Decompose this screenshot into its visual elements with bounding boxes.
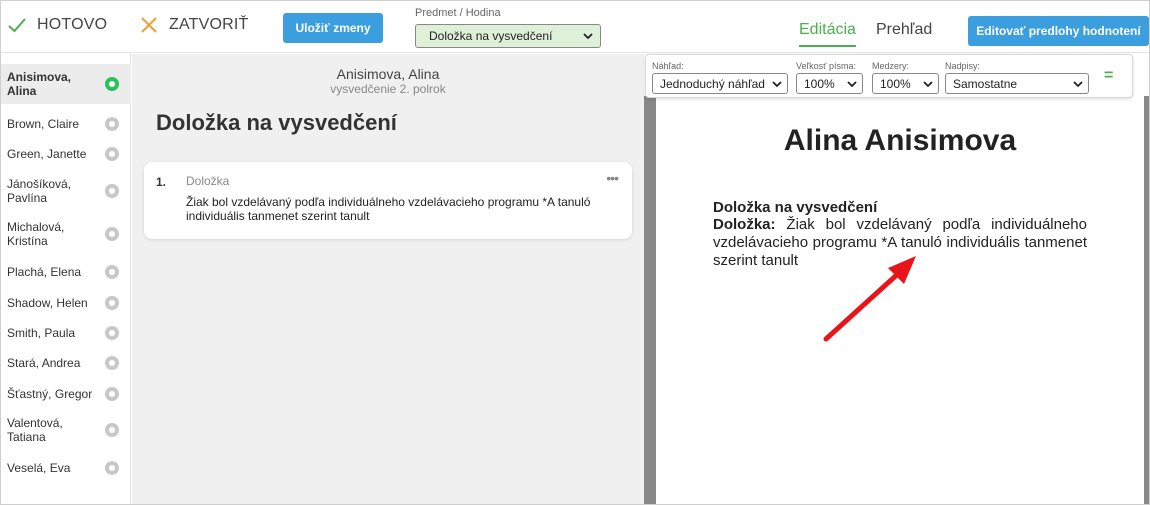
student-name: Plachá, Elena (7, 265, 82, 279)
student-name: Shadow, Helen (7, 296, 88, 310)
preview-heading: Doložka na vysvedčení (713, 199, 878, 216)
student-name: Šťastný, Gregor (7, 387, 93, 401)
radio-icon (105, 184, 119, 198)
chevron-down-icon (922, 78, 934, 90)
student-item[interactable]: Michalová, Kristína (1, 219, 131, 249)
student-item[interactable]: Anisimova, Alina (1, 64, 131, 104)
equals-icon[interactable]: = (1104, 67, 1113, 85)
student-name: Brown, Claire (7, 117, 80, 131)
student-name: Valentová, Tatiana (7, 416, 63, 444)
student-name: Jánošíková, Pavlína (7, 177, 72, 205)
panel-divider (644, 96, 656, 504)
radio-icon (105, 356, 119, 370)
save-changes-button[interactable]: Uložiť zmeny (283, 13, 383, 43)
assessment-card[interactable]: 1. Doložka ••• Žiak bol vzdelávaný podľa… (144, 162, 632, 239)
radio-icon (105, 461, 119, 475)
student-item[interactable]: Jánošíková, Pavlína (1, 176, 131, 206)
captions-select[interactable]: Samostatne (945, 73, 1089, 94)
card-label: Doložka (186, 174, 230, 188)
tab-prehlad[interactable]: Prehľad (876, 21, 932, 45)
radio-icon (105, 77, 119, 91)
radio-icon (105, 265, 119, 279)
radio-icon (105, 387, 119, 401)
edit-panel: Anisimova, Alina vysvedčenie 2. polrok D… (132, 54, 644, 504)
chevron-down-icon (846, 78, 858, 90)
more-dots-icon[interactable]: ••• (606, 170, 619, 186)
captions-value: Samostatne (953, 76, 1018, 91)
close-button[interactable]: ZATVORIŤ (139, 15, 249, 35)
preview-field-label: Doložka: (713, 216, 776, 233)
student-item[interactable]: Shadow, Helen (1, 292, 131, 314)
student-item[interactable]: Valentová, Tatiana (1, 415, 131, 445)
subject-select[interactable]: Doložka na vysvedčení (415, 24, 601, 48)
student-item[interactable]: Veselá, Eva (1, 457, 131, 479)
student-item[interactable]: Smith, Paula (1, 322, 131, 344)
chevron-down-icon (583, 33, 593, 40)
edit-templates-button[interactable]: Editovať predlohy hodnotení (968, 16, 1149, 46)
view-value: Jednoduchý náhľad (660, 76, 765, 91)
student-name: Smith, Paula (7, 326, 76, 340)
student-name: Green, Janette (7, 147, 87, 161)
view-select[interactable]: Jednoduchý náhľad (652, 73, 788, 94)
student-item[interactable]: Šťastný, Gregor (1, 383, 131, 405)
student-name: Stará, Andrea (7, 356, 81, 370)
subject-value: Doložka na vysvedčení (429, 29, 553, 43)
student-item[interactable]: Stará, Andrea (1, 352, 131, 374)
spacing-select[interactable]: 100% (872, 73, 939, 94)
card-text[interactable]: Žiak bol vzdelávaný podľa individuálneho… (186, 195, 606, 223)
font-size-value: 100% (804, 76, 835, 91)
checkmark-icon (8, 18, 26, 33)
student-item[interactable]: Green, Janette (1, 143, 131, 165)
tab-editacia[interactable]: Editácia (799, 21, 856, 47)
spacing-label: Medzery: (872, 61, 910, 71)
radio-icon (105, 147, 119, 161)
section-title: Doložka na vysvedčení (156, 110, 397, 135)
captions-label: Nadpisy: (945, 61, 981, 71)
view-label: Náhľad: (652, 61, 684, 71)
close-x-icon (141, 17, 157, 33)
student-name: Veselá, Eva (7, 461, 71, 475)
chevron-down-icon (1072, 78, 1084, 90)
font-size-select[interactable]: 100% (796, 73, 863, 94)
radio-icon (105, 117, 119, 131)
annotation-arrow (823, 256, 916, 342)
preview-student-name: Alina Anisimova (783, 124, 1017, 157)
radio-icon (105, 227, 119, 241)
student-item[interactable]: Brown, Claire (1, 113, 131, 135)
student-name: Michalová, Kristína (7, 220, 65, 248)
preview-toolbar: Náhľad: Jednoduchý náhľad Veľkosť písma:… (645, 54, 1133, 98)
preview-gutter (1144, 96, 1149, 504)
close-label: ZATVORIŤ (169, 16, 249, 33)
selected-student-name: Anisimova, Alina (336, 66, 440, 82)
radio-icon (105, 423, 119, 437)
report-subtitle: vysvedčenie 2. polrok (330, 82, 446, 96)
card-number: 1. (156, 175, 167, 189)
student-list: Anisimova, Alina Brown, Claire Green, Ja… (1, 54, 131, 504)
student-item[interactable]: Plachá, Elena (1, 261, 131, 283)
subject-label: Predmet / Hodina (415, 7, 501, 19)
spacing-value: 100% (880, 76, 911, 91)
done-label: HOTOVO (37, 16, 108, 33)
student-name: Anisimova, Alina (7, 70, 72, 98)
font-size-label: Veľkosť písma: (796, 61, 857, 71)
chevron-down-icon (771, 78, 783, 90)
done-button[interactable]: HOTOVO (7, 15, 107, 35)
top-bar: HOTOVO ZATVORIŤ Uložiť zmeny Predmet / H… (1, 1, 1149, 53)
radio-icon (105, 296, 119, 310)
radio-icon (105, 326, 119, 340)
